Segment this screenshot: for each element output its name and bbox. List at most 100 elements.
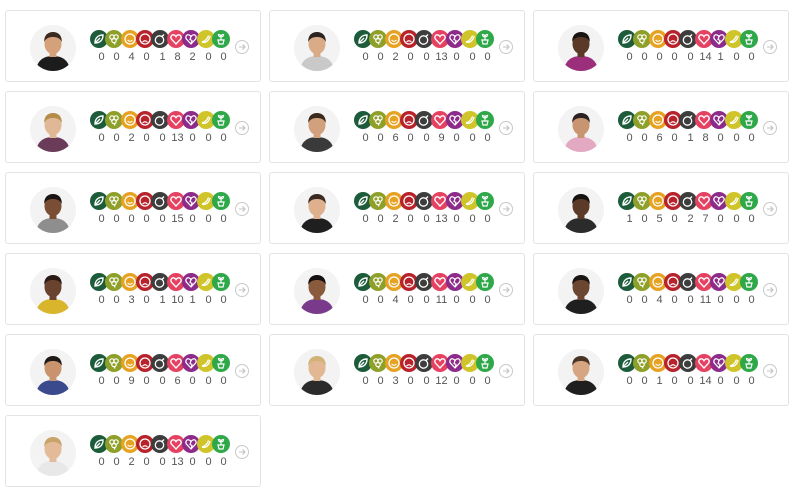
- participant-card[interactable]: 105027000: [533, 172, 789, 244]
- reaction-icons: [354, 111, 494, 129]
- reaction-count: 0: [362, 375, 369, 387]
- reaction-counts: 0 0 2 0 0 13 0 0 0: [90, 131, 226, 145]
- participant-card[interactable]: 0 0 2 0 0 13 0 0 0: [5, 415, 261, 487]
- participant-card[interactable]: 0 0 0 0 0 15 0 0 0: [5, 172, 261, 244]
- reaction-count: 0: [143, 375, 150, 387]
- reaction-count: 13: [171, 132, 184, 144]
- reaction-count: 0: [717, 132, 724, 144]
- participant-card[interactable]: 0 0 2 0 0 13 0 0 0: [269, 172, 525, 244]
- arrow-right-icon[interactable]: [235, 364, 249, 378]
- reaction-count: 0: [128, 213, 135, 225]
- reaction-counts: 0 0 1 0 0 14 0 0 0: [618, 374, 754, 388]
- reaction-count: 0: [453, 294, 460, 306]
- participant-card[interactable]: 006009000: [269, 91, 525, 163]
- participant-card[interactable]: 0 0 3 0 1 10 1 0 0: [5, 253, 261, 325]
- arrow-right-icon[interactable]: [763, 40, 777, 54]
- avatar: [30, 106, 76, 152]
- reaction-count: 1: [159, 51, 166, 63]
- reaction-count: 7: [702, 213, 709, 225]
- arrow-right-icon[interactable]: [763, 121, 777, 135]
- reaction-icons: [90, 111, 230, 129]
- reaction-count: 0: [407, 294, 414, 306]
- reaction-count: 0: [484, 51, 491, 63]
- reaction-count: 0: [113, 213, 120, 225]
- reaction-counts: 009006000: [90, 374, 226, 388]
- reaction-counts: 004018200: [90, 50, 226, 64]
- potted-plant-icon: [212, 435, 230, 453]
- reaction-count: 0: [733, 294, 740, 306]
- participant-card[interactable]: 0 0 1 0 0 14 0 0 0: [533, 334, 789, 406]
- reaction-count: 0: [748, 213, 755, 225]
- reaction-count: 0: [362, 294, 369, 306]
- potted-plant-icon: [476, 354, 494, 372]
- reaction-count: 0: [159, 213, 166, 225]
- reaction-count: 0: [469, 51, 476, 63]
- reaction-count: 0: [407, 213, 414, 225]
- participant-card[interactable]: 0 0 4 0 0 11 0 0 0: [269, 253, 525, 325]
- arrow-right-icon[interactable]: [499, 283, 513, 297]
- avatar: [30, 187, 76, 233]
- reaction-icons: [90, 354, 230, 372]
- arrow-right-icon[interactable]: [499, 121, 513, 135]
- arrow-right-icon[interactable]: [235, 445, 249, 459]
- reaction-icons: [354, 30, 494, 48]
- reaction-count: 0: [469, 132, 476, 144]
- arrow-right-icon[interactable]: [499, 40, 513, 54]
- reaction-count: 0: [407, 132, 414, 144]
- arrow-right-icon[interactable]: [235, 121, 249, 135]
- reaction-counts: 0 0 3 0 1 10 1 0 0: [90, 293, 226, 307]
- reaction-icons: [90, 273, 230, 291]
- reaction-count: 0: [748, 51, 755, 63]
- reaction-counts: 0 0 4 0 0 11 0 0 0: [618, 293, 754, 307]
- reaction-count: 11: [699, 294, 712, 306]
- reaction-count: 0: [626, 51, 633, 63]
- reaction-count: 2: [189, 51, 196, 63]
- reaction-count: 0: [423, 51, 430, 63]
- reaction-count: 0: [205, 294, 212, 306]
- reaction-icons: [90, 192, 230, 210]
- reaction-counts: 0 0 0 0 0 15 0 0 0: [90, 212, 226, 226]
- reaction-count: 0: [423, 375, 430, 387]
- participant-card[interactable]: 004018200: [5, 10, 261, 82]
- avatar: [294, 268, 340, 314]
- reaction-count: 0: [220, 456, 227, 468]
- participant-card[interactable]: 0 0 3 0 0 12 0 0 0: [269, 334, 525, 406]
- reaction-count: 0: [362, 213, 369, 225]
- reaction-count: 0: [143, 294, 150, 306]
- reaction-count: 1: [687, 132, 694, 144]
- avatar: [558, 268, 604, 314]
- potted-plant-icon: [476, 273, 494, 291]
- participant-card[interactable]: 0 0 2 0 0 13 0 0 0: [5, 91, 261, 163]
- reaction-count: 0: [671, 294, 678, 306]
- reaction-count: 0: [641, 51, 648, 63]
- reaction-counts: 0 0 4 0 0 11 0 0 0: [354, 293, 490, 307]
- avatar: [294, 106, 340, 152]
- reaction-count: 5: [656, 213, 663, 225]
- arrow-right-icon[interactable]: [499, 364, 513, 378]
- reaction-count: 0: [377, 294, 384, 306]
- arrow-right-icon[interactable]: [763, 283, 777, 297]
- arrow-right-icon[interactable]: [235, 202, 249, 216]
- participant-card[interactable]: 0 0 2 0 0 13 0 0 0: [269, 10, 525, 82]
- participant-card[interactable]: 006018000: [533, 91, 789, 163]
- potted-plant-icon: [212, 192, 230, 210]
- arrow-right-icon[interactable]: [499, 202, 513, 216]
- arrow-right-icon[interactable]: [763, 364, 777, 378]
- arrow-right-icon[interactable]: [763, 202, 777, 216]
- reaction-count: 0: [98, 456, 105, 468]
- arrow-right-icon[interactable]: [235, 40, 249, 54]
- potted-plant-icon: [212, 30, 230, 48]
- reaction-count: 0: [469, 213, 476, 225]
- reaction-count: 0: [159, 456, 166, 468]
- participant-card[interactable]: 0 0 4 0 0 11 0 0 0: [533, 253, 789, 325]
- participant-card[interactable]: 0 0 0 0 0 14 1 0 0: [533, 10, 789, 82]
- reaction-count: 8: [702, 132, 709, 144]
- reaction-count: 0: [733, 132, 740, 144]
- participant-card[interactable]: 009006000: [5, 334, 261, 406]
- reaction-icons: [618, 273, 758, 291]
- reaction-count: 15: [171, 213, 184, 225]
- reaction-count: 0: [377, 132, 384, 144]
- reaction-count: 0: [748, 375, 755, 387]
- arrow-right-icon[interactable]: [235, 283, 249, 297]
- reaction-count: 0: [98, 132, 105, 144]
